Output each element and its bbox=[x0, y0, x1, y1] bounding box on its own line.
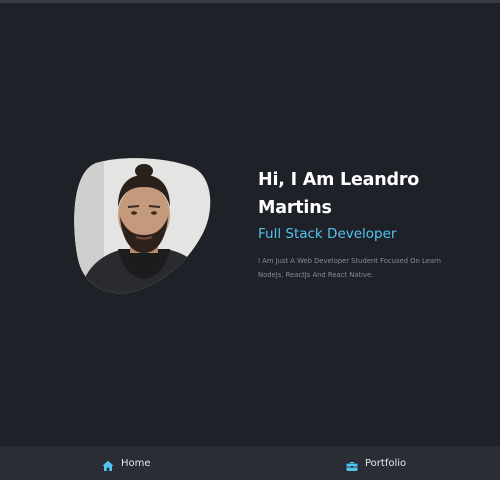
job-title: Full Stack Developer bbox=[258, 226, 397, 242]
nav-item-label: Portfolio bbox=[365, 457, 407, 469]
bottom-nav: Home Portfolio bbox=[0, 446, 500, 480]
home-icon bbox=[102, 457, 114, 471]
intro: Hi, I Am Leandro Martins Full Stack Deve… bbox=[258, 166, 488, 282]
briefcase-icon bbox=[346, 457, 358, 471]
hero-section: Hi, I Am Leandro Martins Full Stack Deve… bbox=[0, 0, 500, 446]
nav-item-label: Home bbox=[121, 457, 151, 469]
bio-text: I Am Just A Web Developer Student Focuse… bbox=[258, 257, 441, 279]
nav-item-home[interactable]: Home bbox=[102, 446, 151, 480]
nav-item-portfolio[interactable]: Portfolio bbox=[346, 446, 406, 480]
page-title: Hi, I Am Leandro Martins bbox=[258, 170, 420, 218]
avatar bbox=[74, 157, 213, 294]
